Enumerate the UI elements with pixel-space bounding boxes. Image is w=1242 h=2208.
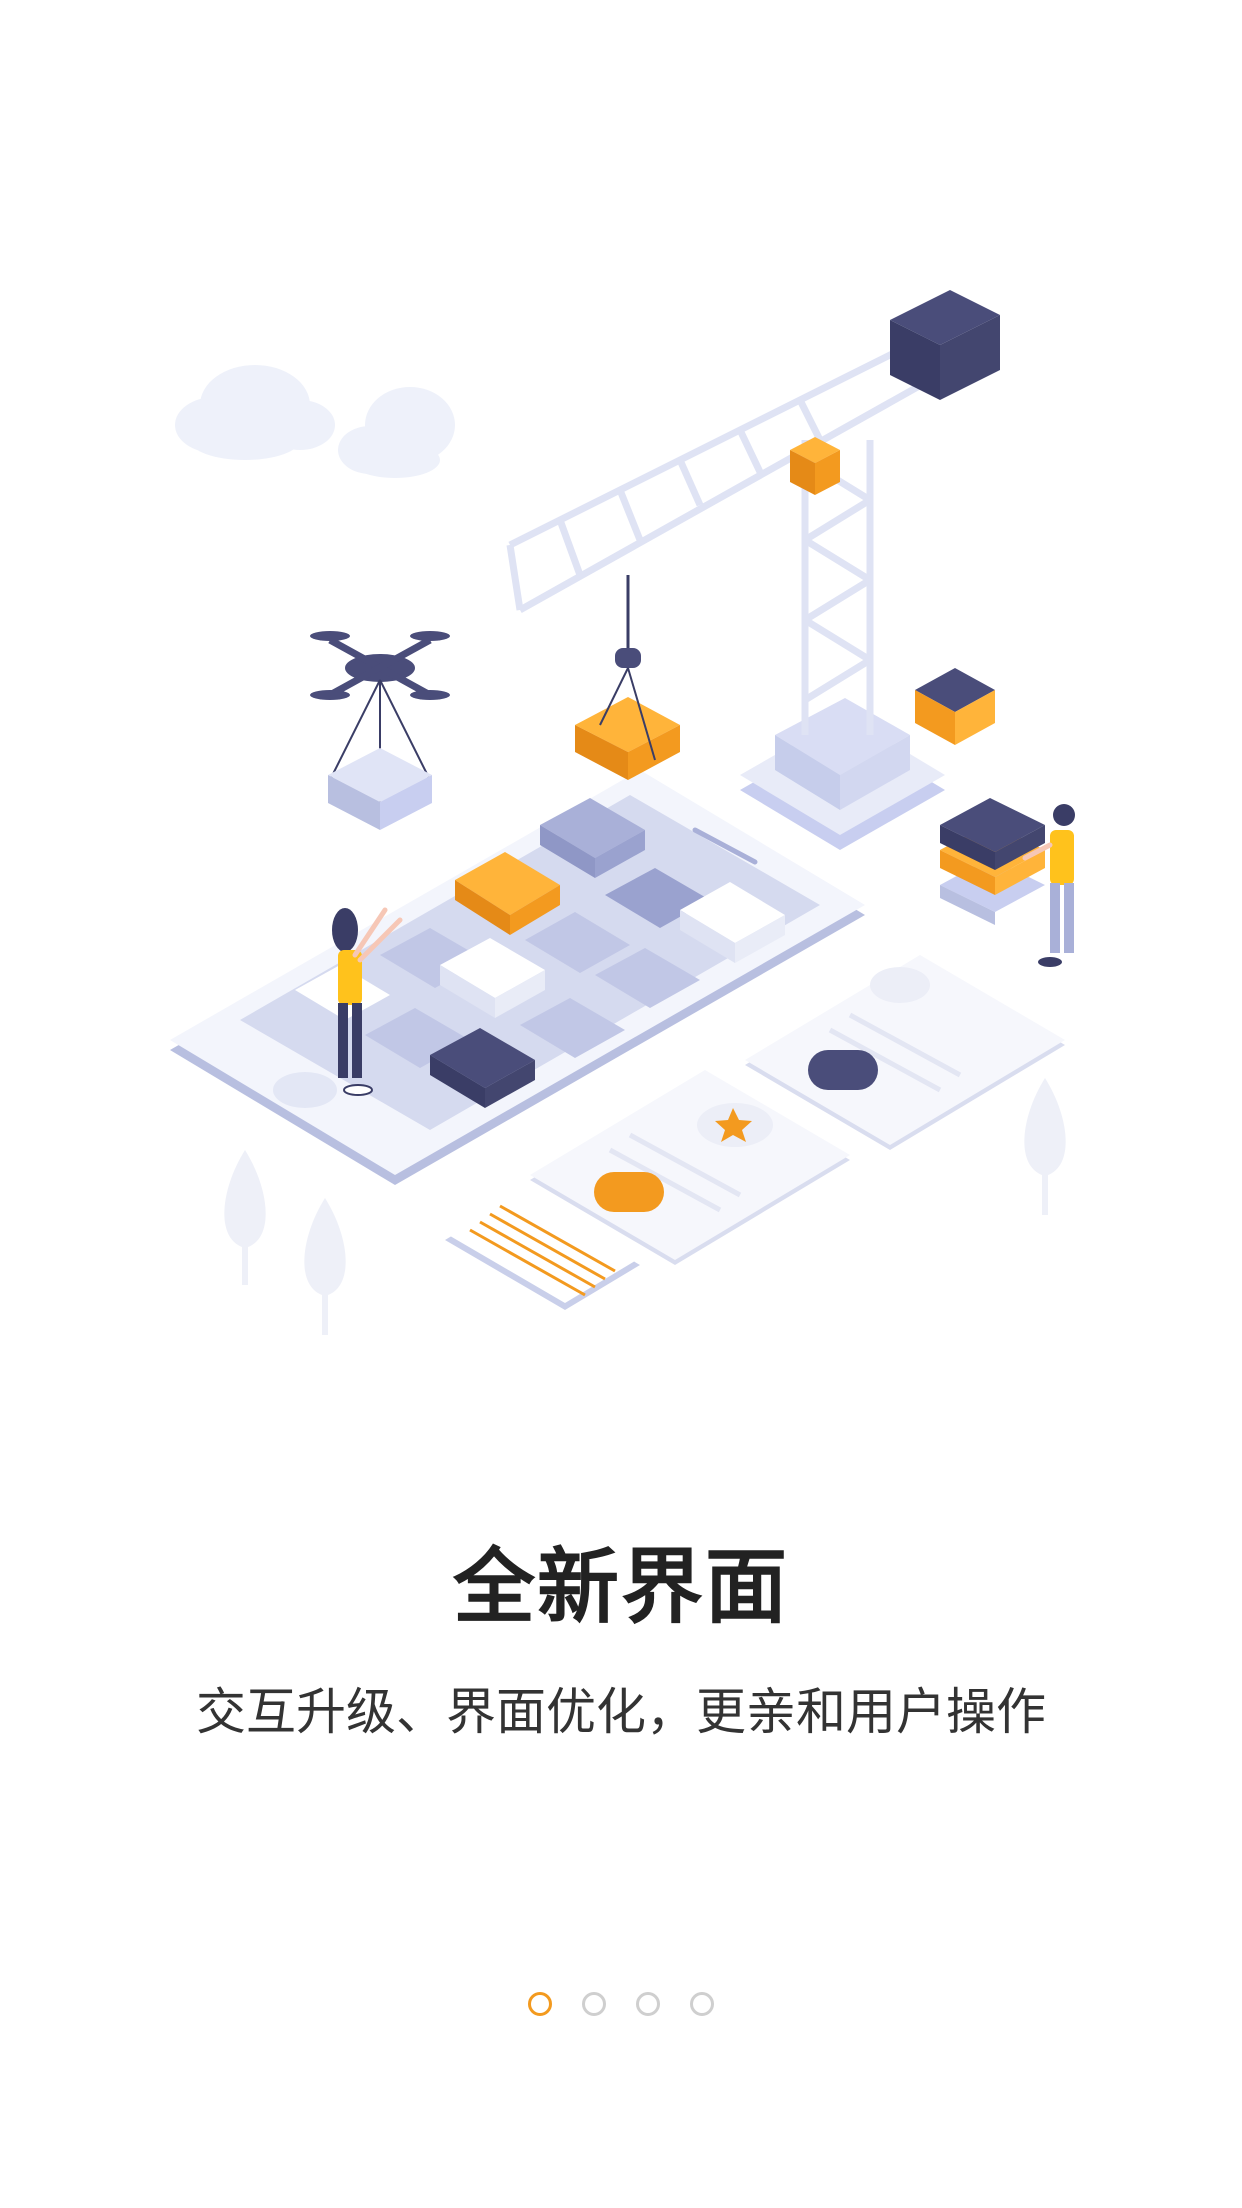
page-subtitle: 交互升级、界面优化，更亲和用户操作 bbox=[196, 1683, 1046, 1741]
drone-icon bbox=[310, 631, 450, 830]
block-stack bbox=[940, 798, 1045, 925]
page-dot-2[interactable] bbox=[582, 1992, 606, 2016]
tree-icon bbox=[304, 1198, 346, 1335]
hero-illustration bbox=[170, 290, 1075, 1335]
page-title: 全新界面 bbox=[452, 1540, 789, 1635]
crane-icon bbox=[506, 290, 1000, 850]
card-panel bbox=[745, 955, 1065, 1150]
tree-icon bbox=[1024, 1078, 1066, 1215]
cloud-icon bbox=[338, 387, 455, 478]
tree-icon bbox=[224, 1150, 266, 1285]
page-dot-3[interactable] bbox=[636, 1992, 660, 2016]
cloud-icon bbox=[175, 365, 335, 460]
page-indicator bbox=[0, 1992, 1242, 2022]
page-dot-1[interactable] bbox=[528, 1992, 552, 2016]
block-icon bbox=[915, 668, 995, 745]
page-dot-4[interactable] bbox=[690, 1992, 714, 2016]
